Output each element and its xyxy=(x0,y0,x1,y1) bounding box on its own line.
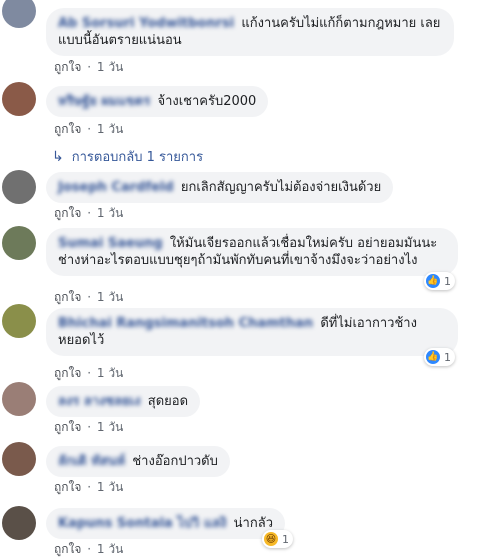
comment-author[interactable]: Ab Sorsuri Yodwitbonrsi xyxy=(58,16,234,31)
comment-bubble: ลักเดิ ทัสนห์ ช่างอ๊อกปาวดับ xyxy=(46,446,230,477)
comment-author[interactable]: Joseph Cardfeld xyxy=(58,180,174,195)
comment-actions: ถูกใจ · 1 วัน xyxy=(54,122,124,136)
comment-author[interactable]: หริษฐัย ผมแขตร xyxy=(58,94,150,109)
comment-actions: ถูกใจ · 1 วัน xyxy=(54,60,124,74)
reaction-count[interactable]: 😆 1 xyxy=(262,530,293,548)
comment-bubble: ลงร ลางชลยเง สุดยอด xyxy=(46,386,201,417)
like-icon: 👍 xyxy=(426,350,440,364)
comment-text: สุดยอด xyxy=(147,394,189,409)
reaction-count[interactable]: 👍 1 xyxy=(424,272,455,290)
reaction-count-value: 1 xyxy=(444,274,451,288)
comment-bubble: Joseph Cardfeld ยกเลิกสัญญาครับไม่ต้องจ่… xyxy=(46,172,394,203)
reaction-count-value: 1 xyxy=(444,350,451,364)
comment-bubble: Sumai Saeung ให้มันเจียรออกแล้วเชื่อมใหม… xyxy=(46,228,458,276)
avatar[interactable] xyxy=(2,442,36,476)
comment-actions: ถูกใจ · 1 วัน xyxy=(54,366,124,380)
avatar[interactable] xyxy=(2,506,36,540)
reaction-count-value: 1 xyxy=(282,532,289,546)
comment-author[interactable]: Bhichai Rangsimanitsoh Chamthan xyxy=(58,316,313,331)
view-replies-label[interactable]: การตอบกลับ 1 รายการ xyxy=(72,146,203,167)
comment-bubble: หริษฐัย ผมแขตร จ้างเชาครับ2000 xyxy=(46,86,269,117)
comment-time[interactable]: 1 วัน xyxy=(97,60,123,74)
avatar[interactable] xyxy=(2,382,36,416)
like-link[interactable]: ถูกใจ xyxy=(54,420,81,434)
like-icon: 👍 xyxy=(426,274,440,288)
reaction-count[interactable]: 👍 1 xyxy=(424,348,455,366)
comment-actions: ถูกใจ · 1 วัน xyxy=(54,542,124,556)
comment-time[interactable]: 1 วัน xyxy=(97,122,123,136)
avatar[interactable] xyxy=(2,226,36,260)
like-link[interactable]: ถูกใจ xyxy=(54,366,81,380)
like-link[interactable]: ถูกใจ xyxy=(54,122,81,136)
like-link[interactable]: ถูกใจ xyxy=(54,290,81,304)
comment-author[interactable]: ลักเดิ ทัสนห์ xyxy=(58,454,125,469)
comment-actions: ถูกใจ · 1 วัน xyxy=(54,420,124,434)
comment-time[interactable]: 1 วัน xyxy=(97,542,123,556)
like-link[interactable]: ถูกใจ xyxy=(54,206,81,220)
comment-text: ช่างอ๊อกปาวดับ xyxy=(132,454,218,469)
reply-arrow-icon: ↳ xyxy=(52,148,64,165)
like-link[interactable]: ถูกใจ xyxy=(54,60,81,74)
comment-author[interactable]: Kapuns Sontala ไปวิ แลงิ xyxy=(58,516,227,531)
haha-icon: 😆 xyxy=(264,532,278,546)
comment-time[interactable]: 1 วัน xyxy=(97,206,123,220)
comment-text: น่ากลัว xyxy=(233,516,273,531)
avatar[interactable] xyxy=(2,304,36,338)
avatar[interactable] xyxy=(2,0,36,28)
view-replies-link[interactable]: ↳ การตอบกลับ 1 รายการ xyxy=(52,146,203,167)
avatar[interactable] xyxy=(2,170,36,204)
comment-time[interactable]: 1 วัน xyxy=(97,480,123,494)
comment-author[interactable]: ลงร ลางชลยเง xyxy=(58,394,141,409)
like-link[interactable]: ถูกใจ xyxy=(54,480,81,494)
comment-actions: ถูกใจ · 1 วัน xyxy=(54,480,124,494)
comment-actions: ถูกใจ · 1 วัน xyxy=(54,290,124,304)
comment-time[interactable]: 1 วัน xyxy=(97,366,123,380)
comment-author[interactable]: Sumai Saeung xyxy=(58,236,163,251)
comment-text: ยกเลิกสัญญาครับไม่ต้องจ่ายเงินด้วย xyxy=(180,180,382,195)
comment-text: จ้างเชาครับ2000 xyxy=(157,94,257,109)
comment-time[interactable]: 1 วัน xyxy=(97,290,123,304)
comment-time[interactable]: 1 วัน xyxy=(97,420,123,434)
comment-bubble: Kapuns Sontala ไปวิ แลงิ น่ากลัว xyxy=(46,508,285,539)
avatar[interactable] xyxy=(2,82,36,116)
comment-actions: ถูกใจ · 1 วัน xyxy=(54,206,124,220)
comment-bubble: Bhichai Rangsimanitsoh Chamthan ดีที่ไม่… xyxy=(46,308,458,356)
comment-bubble: Ab Sorsuri Yodwitbonrsi แก้งานครับไม่แก้… xyxy=(46,8,454,56)
like-link[interactable]: ถูกใจ xyxy=(54,542,81,556)
